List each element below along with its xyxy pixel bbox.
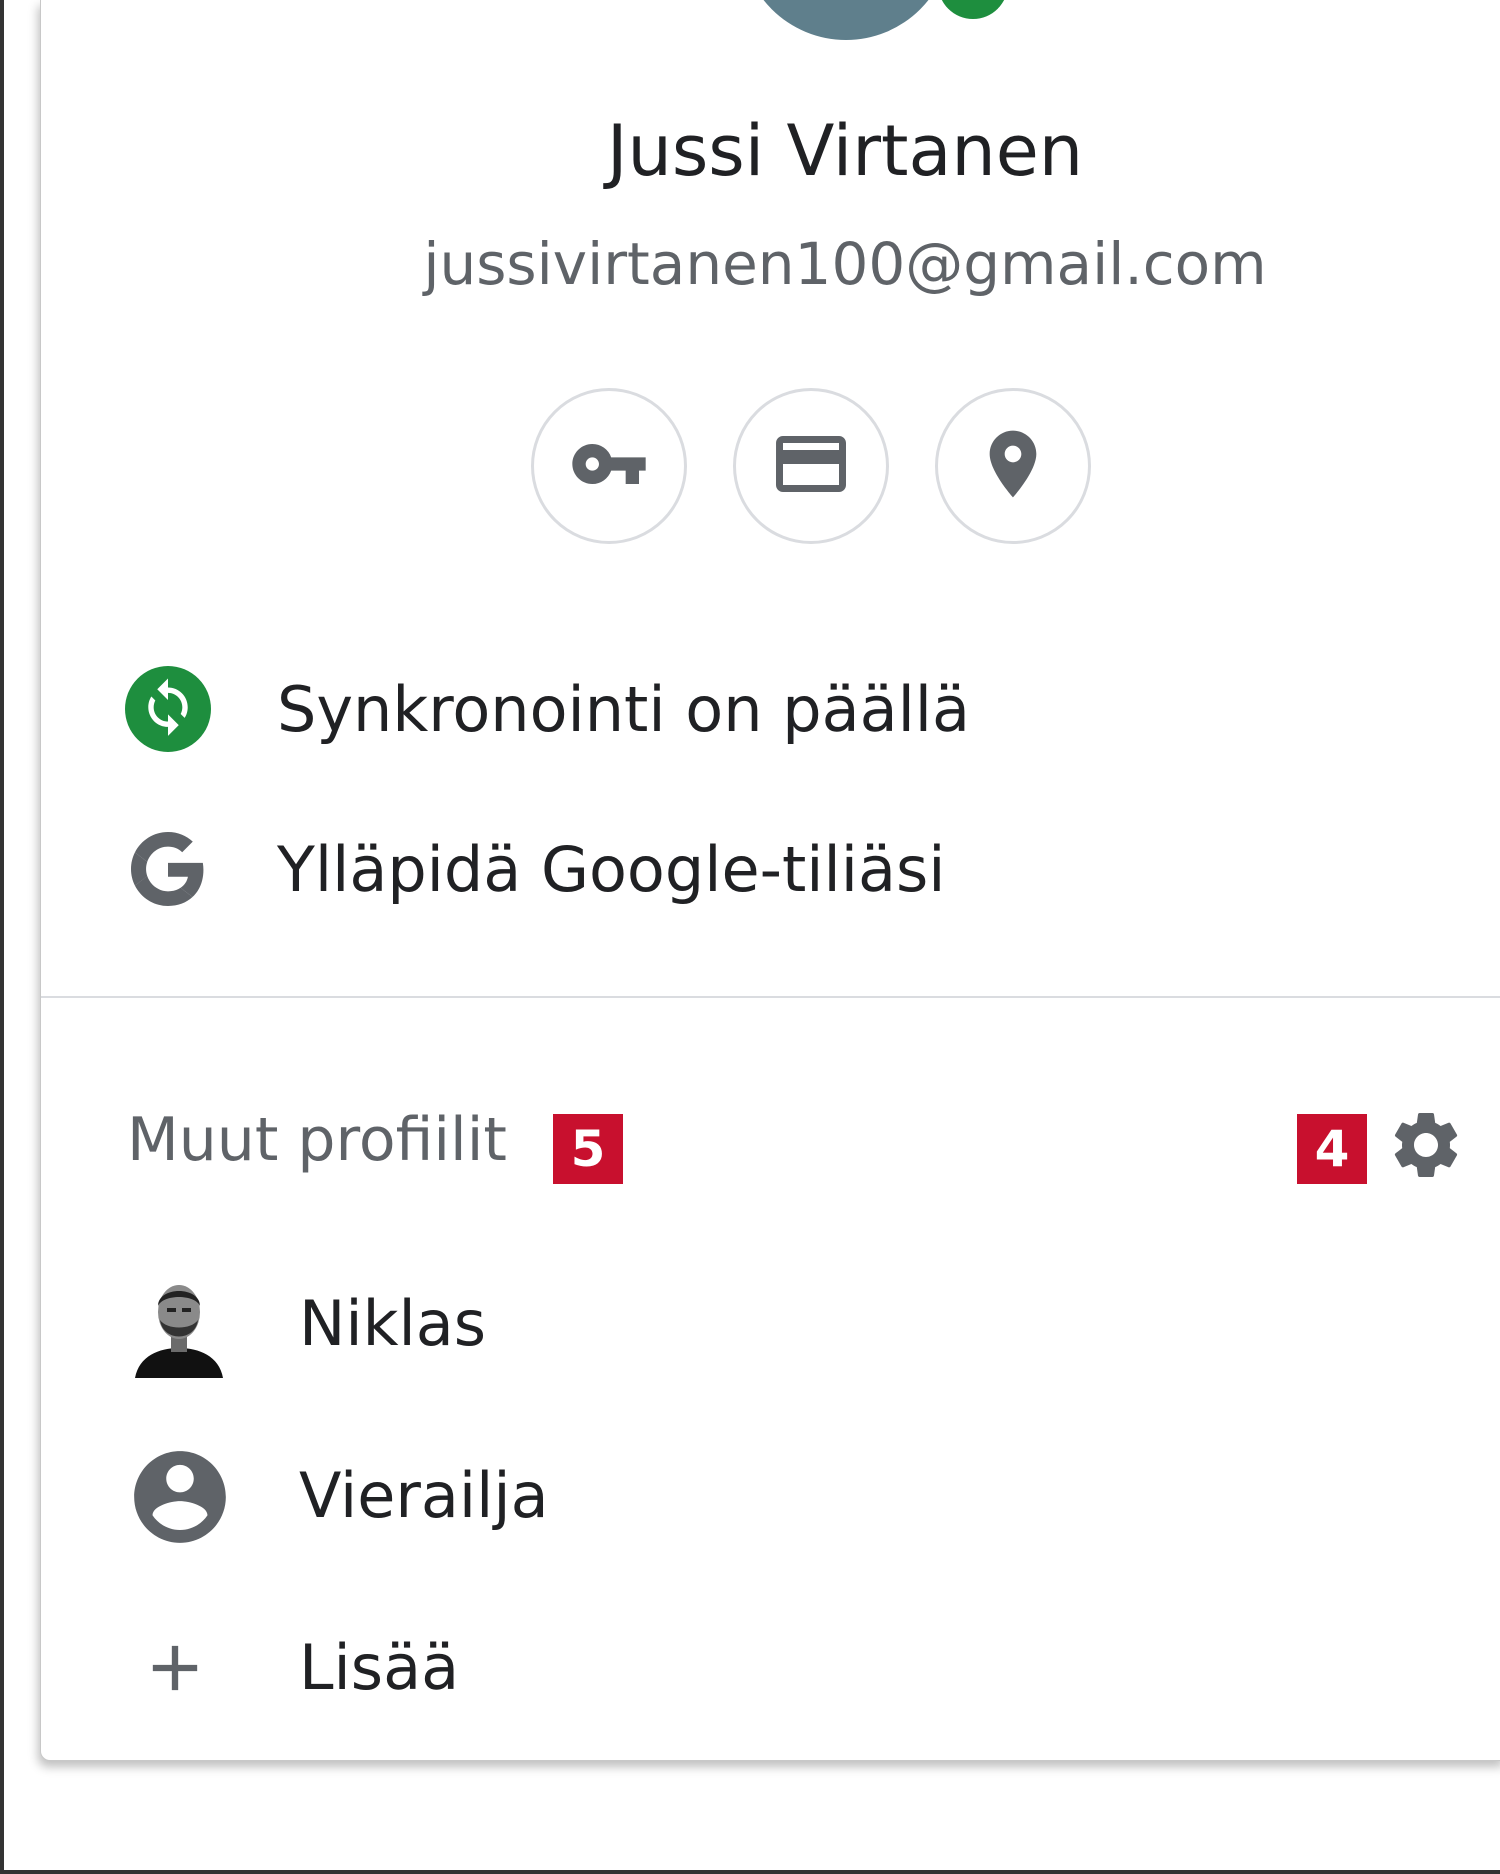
manage-account-label: Ylläpidä Google-tiliäsi xyxy=(277,832,946,906)
profile-photo-avatar xyxy=(129,1272,229,1378)
sync-icon xyxy=(125,666,211,752)
account-avatar[interactable] xyxy=(741,0,951,40)
add-profile-row[interactable]: Lisää xyxy=(41,1602,1500,1732)
credit-card-icon xyxy=(769,422,853,510)
profile-item-niklas[interactable]: Niklas xyxy=(41,1258,1500,1388)
gear-icon xyxy=(1386,1113,1466,1189)
callout-badge-5: 5 xyxy=(553,1114,623,1184)
window-frame: Jussi Virtanen jussivirtanen100@gmail.co… xyxy=(0,0,1500,1874)
profile-menu-panel: Jussi Virtanen jussivirtanen100@gmail.co… xyxy=(40,0,1500,1761)
payment-methods-button[interactable] xyxy=(733,388,889,544)
plus-icon xyxy=(137,1630,213,1706)
guest-account-icon xyxy=(125,1442,235,1552)
add-profile-label: Lisää xyxy=(299,1630,460,1704)
manage-profiles-gear-button[interactable] xyxy=(1386,1105,1466,1185)
account-email: jussivirtanen100@gmail.com xyxy=(423,230,1267,298)
other-profiles-title: Muut profiilit xyxy=(127,1105,507,1175)
sync-label: Synkronointi on päällä xyxy=(277,672,971,746)
manage-google-account-row[interactable]: Ylläpidä Google-tiliäsi xyxy=(41,804,1500,934)
key-icon xyxy=(569,424,649,508)
profile-item-guest[interactable]: Vierailja xyxy=(41,1430,1500,1560)
section-divider xyxy=(41,996,1500,998)
sync-row[interactable]: Synkronointi on päällä xyxy=(41,644,1500,774)
passwords-button[interactable] xyxy=(531,388,687,544)
profile-label-niklas: Niklas xyxy=(299,1286,487,1360)
sync-status-badge xyxy=(933,0,1013,24)
callout-badge-4: 4 xyxy=(1297,1114,1367,1184)
profile-label-guest: Vierailja xyxy=(299,1458,549,1532)
location-pin-icon xyxy=(973,424,1053,508)
account-name: Jussi Virtanen xyxy=(606,110,1084,192)
addresses-button[interactable] xyxy=(935,388,1091,544)
google-g-icon xyxy=(131,832,205,906)
